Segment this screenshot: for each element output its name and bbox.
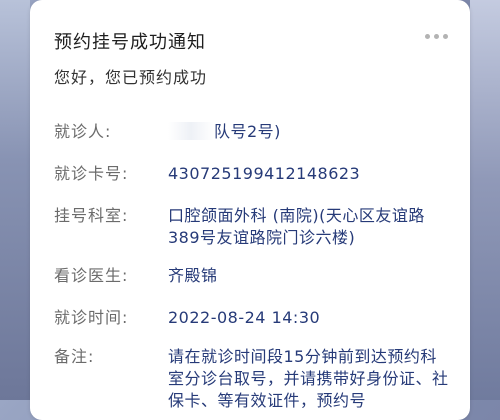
field-label: 挂号科室: (54, 206, 129, 225)
field-row-remark: 备注: 请在就诊时间段15分钟前到达预约科室分诊台取号，并请携带好身份证、社保卡… (54, 346, 450, 412)
field-value: 口腔颌面外科 (南院)(天心区友谊路389号友谊路院门诊六楼) (168, 206, 425, 247)
field-row-card-number: 就诊卡号: 430725199412148623 (54, 163, 450, 185)
redaction-mask (168, 122, 214, 140)
dot-icon (443, 34, 448, 39)
field-value: 2022-08-24 14:30 (168, 308, 321, 327)
notification-title: 预约挂号成功通知 (54, 32, 206, 53)
field-label: 就诊时间: (54, 308, 129, 327)
field-row-time: 就诊时间: 2022-08-24 14:30 (54, 307, 450, 329)
notification-subtitle: 您好，您已预约成功 (54, 68, 208, 87)
background-right (470, 0, 500, 400)
dot-icon (425, 34, 430, 39)
field-value: 430725199412148623 (168, 164, 361, 183)
field-label: 就诊人: (54, 122, 112, 141)
field-row-patient: 就诊人: 队号2号) (54, 121, 450, 143)
background-left (0, 0, 30, 400)
field-label: 备注: (54, 347, 95, 366)
field-label: 就诊卡号: (54, 164, 129, 183)
more-options-icon[interactable] (425, 34, 448, 39)
field-value: 齐殿锦 (168, 266, 218, 285)
notification-card[interactable]: 预约挂号成功通知 您好，您已预约成功 就诊人: 队号2号) 就诊卡号: 4307… (30, 0, 470, 420)
field-label: 看诊医生: (54, 266, 129, 285)
field-value: 队号2号) (168, 121, 450, 143)
field-row-department: 挂号科室: 口腔颌面外科 (南院)(天心区友谊路389号友谊路院门诊六楼) (54, 205, 450, 249)
dot-icon (434, 34, 439, 39)
field-row-doctor: 看诊医生: 齐殿锦 (54, 265, 450, 287)
field-value: 请在就诊时间段15分钟前到达预约科室分诊台取号，并请携带好身份证、社保卡、等有效… (168, 347, 449, 410)
patient-name-value: 队号2号) (214, 122, 281, 141)
